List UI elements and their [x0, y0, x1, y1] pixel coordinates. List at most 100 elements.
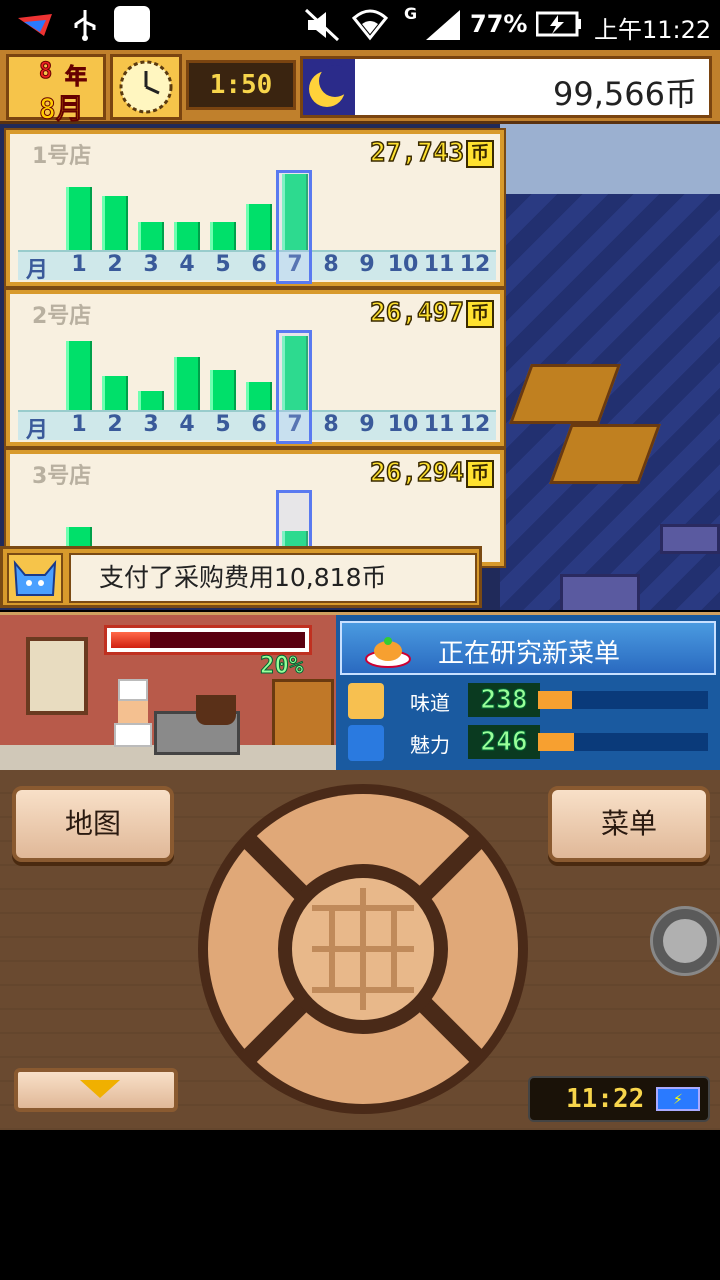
money-value: 99,566币	[553, 75, 697, 113]
research-title: 正在研究新菜单	[438, 639, 621, 669]
network-type: G	[404, 4, 418, 23]
sales-bar	[66, 341, 92, 410]
collapse-button[interactable]	[14, 1068, 178, 1112]
research-stat-row: 味道 238	[348, 681, 710, 721]
sales-bar	[210, 222, 236, 250]
stat-label: 味道	[410, 691, 450, 715]
selected-month-highlight	[276, 330, 312, 444]
stat-value: 246	[468, 725, 540, 759]
store-panel[interactable]: 1号店 27,743 币月 1 2 3 4 5 6 7 8 9 10 11 12	[4, 128, 506, 288]
month-axis-label: 月	[25, 258, 48, 283]
year-number: 8	[38, 59, 53, 85]
game-clock-time: 11:22	[566, 1084, 645, 1114]
wifi-icon	[351, 9, 389, 41]
store-sales: 26,497	[369, 297, 464, 329]
app-logo-icon	[18, 14, 52, 36]
store-name: 1号店	[32, 144, 92, 169]
stat-value: 238	[468, 683, 540, 717]
sales-bar	[174, 357, 200, 410]
month-tick-label: 6	[251, 252, 267, 277]
store-sales: 27,743	[369, 137, 464, 169]
map-button[interactable]: 地图	[12, 786, 174, 862]
sales-bar	[138, 222, 164, 250]
sales-bar	[246, 382, 272, 410]
month-tick-label: 11	[423, 412, 455, 437]
month-tick-label: 9	[359, 252, 375, 277]
stat-bar-fill	[538, 691, 572, 709]
cooking-pot-icon	[196, 695, 236, 725]
direction-pad[interactable]	[198, 784, 528, 1114]
battery-charging-icon: ⚡	[656, 1087, 700, 1111]
store-panel[interactable]: 2号店 26,497 币月 1 2 3 4 5 6 7 8 9 10 11 12	[4, 288, 506, 448]
notification-icon	[114, 6, 150, 42]
date-display[interactable]: 8 年 8月	[6, 54, 106, 126]
clock: 上午11:22	[594, 16, 712, 44]
month-tick-label: 5	[215, 412, 231, 437]
month-tick-label: 2	[107, 252, 123, 277]
month-tick-label: 8	[323, 412, 339, 437]
month-label: 8月	[39, 92, 85, 126]
dpad-center[interactable]	[278, 864, 448, 1034]
month-tick-label: 10	[387, 252, 419, 277]
stat-bar-fill	[538, 733, 574, 751]
status-bar: G 77% 上午11:22	[0, 0, 720, 50]
sales-bar	[102, 196, 128, 250]
research-panel[interactable]: 正在研究新菜单 味道 238 魅力 246	[336, 612, 720, 770]
arrow-down-icon	[80, 1080, 120, 1098]
month-tick-label: 10	[387, 412, 419, 437]
dining-table	[560, 574, 640, 610]
dish-sparkle-icon	[348, 725, 384, 761]
money-panel: 99,566币	[300, 56, 712, 118]
month-tick-label: 5	[215, 252, 231, 277]
chef-sprite	[112, 679, 154, 749]
coin-icon: 币	[466, 300, 494, 328]
sales-bar	[102, 376, 128, 410]
clock-icon	[119, 60, 173, 114]
month-tick-label: 3	[143, 412, 159, 437]
month-tick-label: 2	[107, 412, 123, 437]
month-tick-label: 4	[179, 412, 195, 437]
notification-text: 支付了采购费用10,818币	[69, 553, 477, 603]
moon-icon	[303, 59, 355, 115]
game-clock: 11:22 ⚡	[528, 1076, 710, 1122]
sales-bar	[174, 222, 200, 250]
store-name: 2号店	[32, 304, 92, 329]
sales-bar	[138, 391, 164, 410]
signal-icon	[426, 10, 460, 40]
game-top-bar: 8 年 8月 1:50 99,566币	[0, 50, 720, 126]
battery-charging-icon	[536, 11, 581, 37]
month-tick-label: 4	[179, 252, 195, 277]
clock-panel	[110, 54, 182, 120]
month-tick-label: 1	[71, 412, 87, 437]
sales-bar	[66, 187, 92, 250]
battery-percent: 77%	[470, 10, 528, 38]
dish-icon	[365, 637, 411, 668]
mascot-icon	[7, 553, 63, 603]
lattice-pattern-icon	[312, 888, 414, 1010]
mute-icon	[304, 8, 340, 42]
month-tick-label: 12	[459, 412, 491, 437]
selected-month-highlight	[276, 170, 312, 284]
month-tick-label: 12	[459, 252, 491, 277]
floating-assistive-button[interactable]	[650, 906, 720, 976]
coin-icon: 币	[466, 140, 494, 168]
store-name: 3号店	[32, 464, 92, 489]
month-tick-label: 9	[359, 412, 375, 437]
coin-icon: 币	[466, 460, 494, 488]
sales-bar	[246, 204, 272, 250]
research-progress-fill	[111, 632, 150, 648]
notification-banner[interactable]: 支付了采购费用10,818币	[0, 546, 482, 608]
research-progress-percent: 20%	[259, 651, 304, 680]
month-tick-label: 11	[423, 252, 455, 277]
month-tick-label: 3	[143, 252, 159, 277]
game-time: 1:50	[186, 60, 296, 110]
store-sales: 26,294	[369, 457, 464, 489]
research-stat-row: 魅力 246	[348, 723, 710, 763]
dpad-up[interactable]	[354, 798, 372, 848]
lattice-window	[26, 637, 88, 715]
month-tick-label: 1	[71, 252, 87, 277]
smiley-icon	[348, 683, 384, 719]
dining-table	[660, 524, 720, 554]
menu-button[interactable]: 菜单	[548, 786, 710, 862]
stat-label: 魅力	[410, 733, 450, 757]
